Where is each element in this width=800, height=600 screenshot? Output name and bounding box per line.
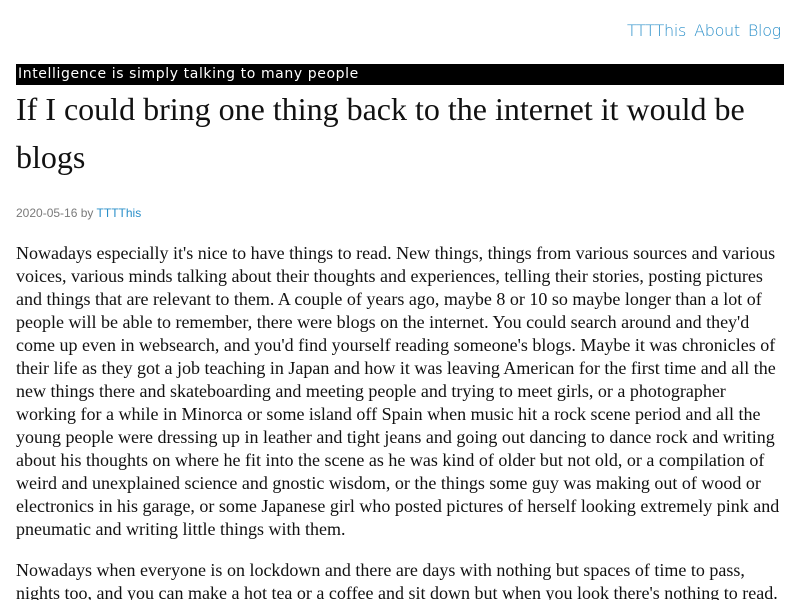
- post-author-link[interactable]: TTTThis: [97, 206, 142, 220]
- post-date: 2020-05-16: [16, 206, 78, 220]
- post-meta: 2020-05-16 by TTTThis: [16, 206, 141, 220]
- nav-link-blog[interactable]: Blog: [748, 21, 781, 40]
- nav-link-about[interactable]: About: [694, 21, 740, 40]
- nav-link-tttthis[interactable]: TTTThis: [627, 21, 686, 40]
- post-by-label: by: [80, 206, 94, 220]
- page: TTTThis About Blog Intelligence is simpl…: [0, 0, 800, 600]
- post-title: If I could bring one thing back to the i…: [16, 91, 745, 175]
- post-paragraph: Nowadays when everyone is on lockdown an…: [16, 560, 778, 600]
- post-paragraph: Nowadays especially it's nice to have th…: [16, 243, 780, 539]
- post-body: Nowadays especially it's nice to have th…: [16, 242, 784, 600]
- site-tagline: Intelligence is simply talking to many p…: [16, 64, 784, 85]
- top-nav: TTTThis About Blog: [627, 21, 781, 40]
